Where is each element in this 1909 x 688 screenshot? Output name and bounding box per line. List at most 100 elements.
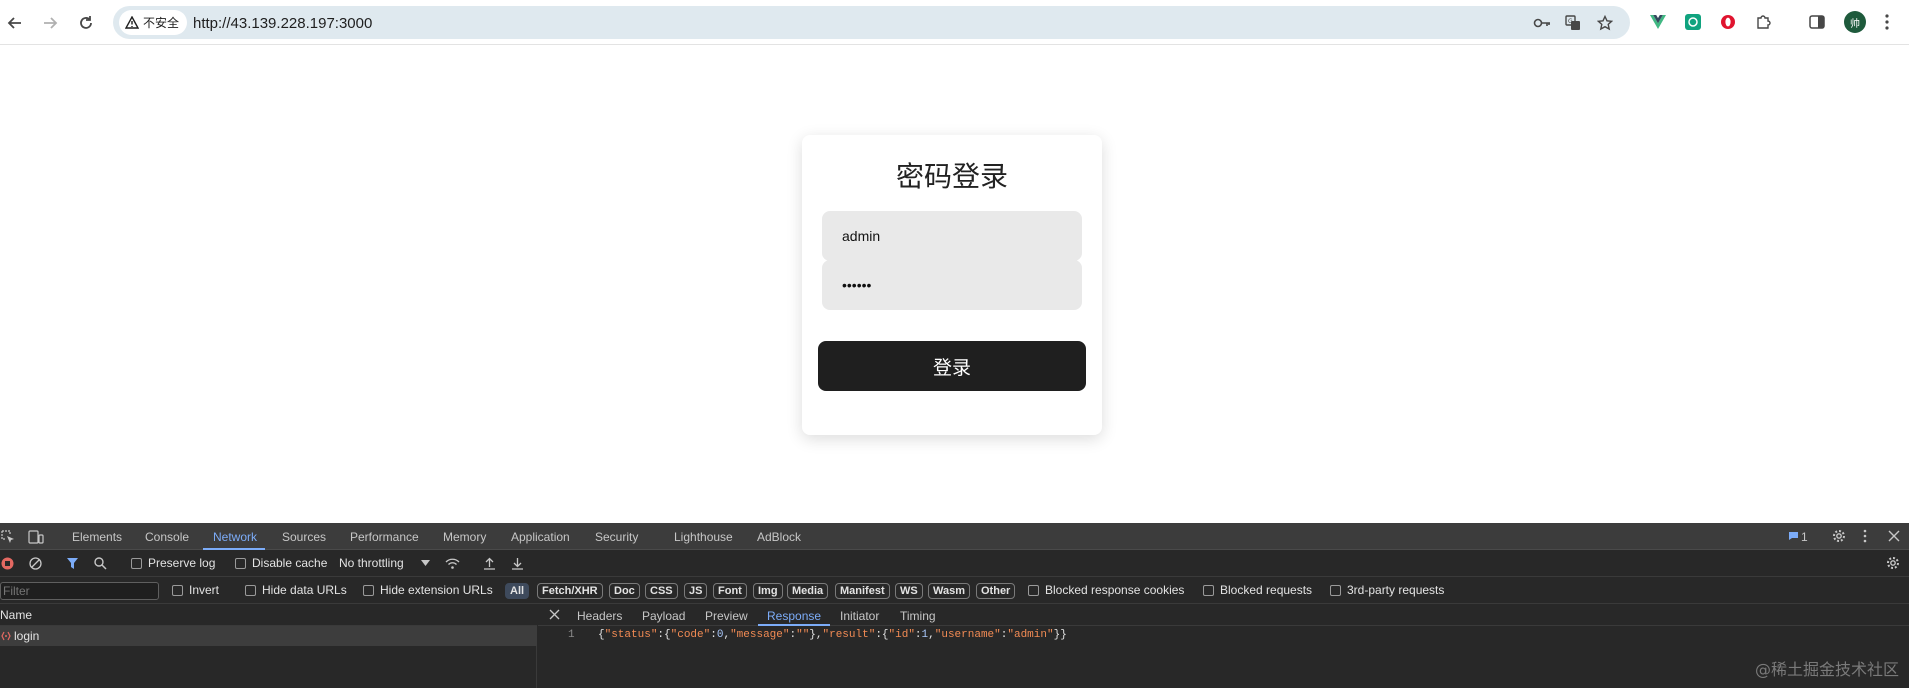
hide-extension-urls-label: Hide extension URLs	[380, 583, 493, 597]
request-list: Name login	[0, 604, 537, 688]
disable-cache-checkbox[interactable]	[235, 558, 246, 569]
type-filter-fetch-xhr[interactable]: Fetch/XHR	[537, 583, 603, 599]
back-arrow-icon[interactable]	[2, 10, 28, 36]
xhr-request-icon	[1, 630, 11, 642]
clear-icon[interactable]	[29, 557, 42, 570]
tab-sources[interactable]: Sources	[282, 530, 326, 544]
tab-application[interactable]: Application	[511, 530, 570, 544]
type-filter-all[interactable]: All	[505, 583, 530, 599]
tab-console[interactable]: Console	[145, 530, 189, 544]
tab-timing[interactable]: Timing	[900, 609, 936, 623]
login-button[interactable]: 登录	[818, 341, 1086, 391]
request-row[interactable]: login	[0, 626, 537, 646]
vue-devtools-icon[interactable]	[1648, 12, 1668, 32]
tab-preview[interactable]: Preview	[705, 609, 748, 623]
close-devtools-icon[interactable]	[1888, 530, 1900, 542]
tab-memory[interactable]: Memory	[443, 530, 486, 544]
close-detail-icon[interactable]	[549, 609, 560, 620]
invert-checkbox[interactable]	[172, 585, 183, 596]
browser-toolbar: 不安全 http://43.139.228.197:3000 G 帅	[0, 0, 1909, 45]
security-chip[interactable]: 不安全	[119, 10, 188, 35]
username-input[interactable]	[822, 211, 1082, 261]
password-input[interactable]	[822, 260, 1082, 310]
login-card: 密码登录 登录	[802, 135, 1102, 435]
url-text[interactable]: http://43.139.228.197:3000	[193, 15, 372, 32]
json-token: :{	[875, 629, 889, 641]
hide-extension-urls-checkbox[interactable]	[363, 585, 374, 596]
json-token: :{	[657, 629, 671, 641]
filter-funnel-icon[interactable]	[66, 557, 79, 570]
tab-payload[interactable]: Payload	[642, 609, 685, 623]
search-icon[interactable]	[94, 557, 107, 570]
issues-count[interactable]: 1	[1801, 530, 1808, 544]
bookmark-star-icon[interactable]	[1596, 14, 1614, 32]
json-token: :	[710, 629, 717, 641]
device-toolbar-icon[interactable]	[28, 529, 44, 545]
type-filter-css[interactable]: CSS	[645, 583, 678, 599]
blocked-requests-label: Blocked requests	[1220, 583, 1313, 597]
opera-extension-icon[interactable]	[1718, 12, 1738, 32]
tab-headers[interactable]: Headers	[577, 609, 622, 623]
address-bar[interactable]: 不安全 http://43.139.228.197:3000 G	[113, 6, 1630, 39]
disable-cache-label: Disable cache	[252, 556, 328, 570]
side-panel-icon[interactable]	[1807, 12, 1827, 32]
tab-response[interactable]: Response	[767, 609, 821, 623]
import-har-icon[interactable]	[483, 557, 496, 570]
type-filter-font[interactable]: Font	[713, 583, 747, 599]
network-filter-bar: Invert Hide data URLs Hide extension URL…	[0, 577, 1909, 604]
type-filter-ws[interactable]: WS	[895, 583, 923, 599]
extensions-puzzle-icon[interactable]	[1753, 12, 1773, 32]
devtools-tab-bar: Elements Console Network Sources Perform…	[0, 523, 1909, 550]
network-conditions-icon[interactable]	[445, 557, 460, 570]
json-token: {	[598, 629, 605, 641]
request-list-header[interactable]: Name	[0, 604, 537, 626]
translate-icon[interactable]: G	[1564, 14, 1582, 32]
watermark: @稀土掘金技术社区	[1754, 660, 1899, 679]
tab-security[interactable]: Security	[595, 530, 638, 544]
more-options-icon[interactable]	[1863, 529, 1867, 543]
json-token: "message"	[730, 629, 790, 641]
third-party-checkbox[interactable]	[1330, 585, 1341, 596]
chevron-down-icon[interactable]	[421, 560, 430, 566]
record-stop-icon[interactable]	[1, 557, 14, 570]
profile-avatar[interactable]: 帅	[1844, 11, 1866, 33]
chrome-menu-icon[interactable]	[1877, 12, 1897, 32]
forward-arrow-icon[interactable]	[37, 10, 63, 36]
reload-icon[interactable]	[73, 10, 99, 36]
type-filter-wasm[interactable]: Wasm	[928, 583, 970, 599]
type-filter-manifest[interactable]: Manifest	[835, 583, 890, 599]
response-json[interactable]: {"status":{"code":0,"message":""},"resul…	[598, 629, 1067, 641]
devtools-panel: Elements Console Network Sources Perform…	[0, 523, 1909, 688]
tab-lighthouse[interactable]: Lighthouse	[674, 530, 733, 544]
type-filter-doc[interactable]: Doc	[609, 583, 640, 599]
request-detail-pane: Headers Payload Preview Response Initiat…	[538, 604, 1909, 688]
filter-input[interactable]	[0, 582, 159, 600]
tab-initiator[interactable]: Initiator	[840, 609, 879, 623]
tab-network[interactable]: Network	[213, 530, 257, 544]
export-har-icon[interactable]	[511, 557, 524, 570]
issues-icon[interactable]	[1788, 531, 1799, 541]
preserve-log-checkbox[interactable]	[131, 558, 142, 569]
json-token: ,	[928, 629, 935, 641]
type-filter-media[interactable]: Media	[787, 583, 829, 599]
tab-elements[interactable]: Elements	[72, 530, 122, 544]
blocked-requests-checkbox[interactable]	[1203, 585, 1214, 596]
chatgpt-extension-icon[interactable]	[1683, 12, 1703, 32]
settings-gear-icon[interactable]	[1832, 529, 1846, 543]
tab-adblock[interactable]: AdBlock	[757, 530, 801, 544]
response-code-line[interactable]: 1 {"status":{"code":0,"message":""},"res…	[538, 626, 1909, 644]
page-viewport: 密码登录 登录	[0, 46, 1909, 523]
warning-icon	[125, 16, 139, 29]
type-filter-js[interactable]: JS	[684, 583, 708, 599]
type-filter-other[interactable]: Other	[976, 583, 1016, 599]
type-filter-img[interactable]: Img	[753, 583, 783, 599]
key-icon[interactable]	[1533, 14, 1551, 32]
throttling-select[interactable]: No throttling	[339, 556, 404, 570]
blocked-cookies-checkbox[interactable]	[1028, 585, 1039, 596]
name-column-header[interactable]: Name	[0, 608, 32, 622]
inspect-element-icon[interactable]	[0, 529, 16, 545]
tab-performance[interactable]: Performance	[350, 530, 419, 544]
hide-data-urls-checkbox[interactable]	[245, 585, 256, 596]
network-settings-gear-icon[interactable]	[1886, 556, 1900, 570]
json-token: "status"	[604, 629, 658, 641]
